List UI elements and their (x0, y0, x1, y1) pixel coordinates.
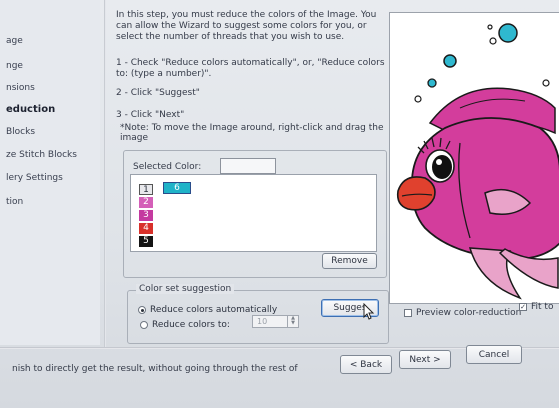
instruction-note: *Note: To move the Image around, right-c… (120, 123, 384, 143)
color-chip-1[interactable]: 1 (139, 184, 153, 195)
reduce-auto-option[interactable]: Reduce colors automatically (138, 305, 277, 315)
fit-to-option[interactable]: ✓ Fit to (519, 302, 553, 312)
reduce-to-label: Reduce colors to: (152, 320, 230, 330)
reduce-to-radio[interactable] (140, 321, 148, 329)
sidebar-item-completion[interactable]: tion (6, 197, 23, 207)
color-set-legend: Color set suggestion (136, 284, 235, 294)
sidebar-item-range[interactable]: nge (6, 61, 23, 71)
sidebar-item-dimensions[interactable]: nsions (6, 83, 35, 93)
spinner-arrows-icon[interactable]: ▲ ▼ (287, 316, 298, 327)
reduce-to-value: 10 (257, 317, 268, 326)
preview-reduction-option[interactable]: Preview color-reduction (404, 308, 521, 318)
instruction-step-3: 3 - Click "Next" (116, 110, 185, 120)
selected-color-swatch (220, 158, 276, 174)
preview-reduction-label: Preview color-reduction (416, 308, 522, 318)
remove-button[interactable]: Remove (322, 253, 377, 269)
color-chip-2[interactable]: 2 (139, 197, 153, 208)
fish-image (396, 23, 559, 300)
instruction-step-1: 1 - Check "Reduce colors automatically",… (116, 58, 385, 79)
sidebar-divider (104, 0, 106, 348)
sidebar-item-stitch-blocks[interactable]: ze Stitch Blocks (6, 150, 77, 160)
back-button[interactable]: < Back (340, 355, 392, 374)
color-list[interactable]: 1 6 2 3 4 5 (130, 174, 377, 252)
reduce-auto-label: Reduce colors automatically (150, 305, 278, 315)
next-button[interactable]: Next > (399, 350, 451, 369)
sidebar-item-image[interactable]: age (6, 36, 23, 46)
sidebar-item-settings[interactable]: lery Settings (6, 173, 63, 183)
color-chip-5[interactable]: 5 (139, 236, 153, 247)
reduce-to-option[interactable]: Reduce colors to: (140, 320, 230, 330)
selected-color-label: Selected Color: (133, 162, 202, 172)
cancel-button[interactable]: Cancel (466, 345, 522, 364)
mouse-pointer-icon (363, 303, 375, 320)
fit-to-label: Fit to (531, 302, 554, 312)
instructions-intro: In this step, you must reduce the colors… (116, 10, 377, 42)
status-hint: nish to directly get the result, without… (12, 364, 298, 374)
fit-to-checkbox[interactable]: ✓ (519, 303, 527, 311)
color-chip-6[interactable]: 6 (163, 182, 191, 194)
image-preview[interactable] (389, 12, 559, 304)
preview-reduction-checkbox[interactable] (404, 309, 412, 317)
wizard-step-sidebar: age nge nsions eduction Blocks ze Stitch… (0, 0, 100, 345)
color-chip-3[interactable]: 3 (139, 210, 153, 221)
reduce-to-spinner[interactable]: 10 ▲ ▼ (252, 315, 299, 328)
instruction-step-2: 2 - Click "Suggest" (116, 88, 200, 98)
color-chip-4[interactable]: 4 (139, 223, 153, 234)
reduce-auto-radio[interactable] (138, 306, 146, 314)
wizard-window: age nge nsions eduction Blocks ze Stitch… (0, 0, 559, 408)
sidebar-item-color-reduction[interactable]: eduction (6, 104, 55, 115)
sidebar-item-blocks[interactable]: Blocks (6, 127, 35, 137)
